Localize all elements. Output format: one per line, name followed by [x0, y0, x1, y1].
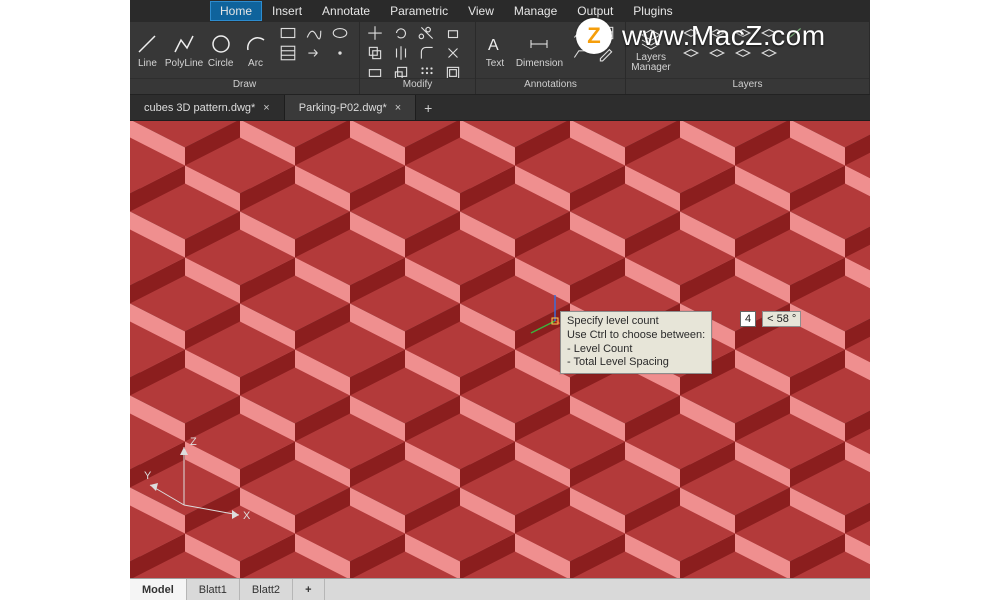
tool-label: Arc	[248, 58, 263, 69]
text-tool[interactable]: A Text	[476, 22, 514, 78]
layout-tab[interactable]: Blatt2	[240, 579, 293, 600]
arc-icon	[244, 32, 268, 56]
arrow-icon[interactable]	[305, 44, 323, 62]
layout-tab-strip: Model Blatt1 Blatt2 +	[130, 578, 870, 600]
tool-label: PolyLine	[165, 58, 203, 69]
spline-icon[interactable]	[305, 24, 323, 42]
panel-caption: Layers	[626, 78, 869, 94]
tooltip-option: - Level Count	[567, 343, 705, 357]
menu-insert[interactable]: Insert	[262, 1, 312, 21]
file-tab-label: cubes 3D pattern.dwg*	[144, 102, 255, 114]
rectangle-icon[interactable]	[279, 24, 297, 42]
drawing-canvas[interactable]: Specify level count Use Ctrl to choose b…	[130, 121, 870, 578]
tooltip-option: - Total Level Spacing	[567, 356, 705, 370]
polyline-icon	[172, 32, 196, 56]
watermark-badge: Z	[576, 18, 612, 54]
tooltip-line: Use Ctrl to choose between:	[567, 329, 705, 343]
watermark-text: www.MacZ.com	[622, 20, 826, 52]
ribbon-panel-modify: Modify	[360, 22, 476, 94]
tool-label: Line	[138, 58, 157, 69]
menu-manage[interactable]: Manage	[504, 1, 567, 21]
command-tooltip: Specify level count Use Ctrl to choose b…	[560, 311, 712, 374]
rotate-icon[interactable]	[392, 24, 410, 42]
axis-y-label: Y	[144, 470, 152, 482]
point-icon[interactable]	[331, 44, 349, 62]
watermark: Z www.MacZ.com	[576, 18, 826, 54]
panel-caption: Annotations	[476, 78, 625, 94]
file-tab[interactable]: cubes 3D pattern.dwg* ×	[130, 95, 285, 120]
dimension-tool[interactable]: Dimension	[514, 22, 565, 78]
axis-x-label: X	[243, 510, 251, 522]
axis-z-label: Z	[190, 436, 197, 448]
menu-view[interactable]: View	[458, 1, 504, 21]
text-icon: A	[483, 32, 507, 56]
erase-icon[interactable]	[444, 24, 462, 42]
layout-tab-model[interactable]: Model	[130, 579, 187, 600]
level-count-input[interactable]: 4	[740, 311, 756, 327]
ellipse-icon[interactable]	[331, 24, 349, 42]
app-window: Home Insert Annotate Parametric View Man…	[130, 0, 870, 600]
menu-home[interactable]: Home	[210, 1, 262, 21]
tool-label: Circle	[208, 58, 234, 69]
line-tool[interactable]: Line	[130, 22, 165, 78]
modify-mini-tools	[360, 22, 472, 78]
move-icon[interactable]	[366, 24, 384, 42]
tool-label: Layers Manager	[626, 53, 676, 73]
ribbon-panel-draw: Line PolyLine Circle Arc	[130, 22, 360, 94]
dynamic-input: 4 < 58 °	[740, 311, 801, 327]
fillet-icon[interactable]	[418, 44, 436, 62]
explode-icon[interactable]	[444, 44, 462, 62]
ucs-axis: X Y Z	[144, 435, 254, 538]
file-tab[interactable]: Parking-P02.dwg* ×	[285, 95, 417, 120]
add-tab-button[interactable]: +	[416, 95, 440, 120]
file-tab-strip: cubes 3D pattern.dwg* × Parking-P02.dwg*…	[130, 95, 870, 121]
close-icon[interactable]: ×	[263, 102, 269, 114]
polyline-tool[interactable]: PolyLine	[165, 22, 203, 78]
menu-parametric[interactable]: Parametric	[380, 1, 458, 21]
trim-icon[interactable]	[418, 24, 436, 42]
svg-text:A: A	[488, 37, 499, 54]
tooltip-title: Specify level count	[567, 315, 705, 329]
tool-label: Text	[486, 58, 504, 69]
add-layout-button[interactable]: +	[293, 579, 324, 600]
arc-tool[interactable]: Arc	[238, 22, 273, 78]
copy-icon[interactable]	[366, 44, 384, 62]
panel-caption: Draw	[130, 78, 359, 94]
hatch-icon[interactable]	[279, 44, 297, 62]
dimension-icon	[527, 32, 551, 56]
close-icon[interactable]: ×	[395, 102, 401, 114]
file-tab-label: Parking-P02.dwg*	[299, 102, 387, 114]
mirror-icon[interactable]	[392, 44, 410, 62]
angle-readout: < 58 °	[762, 311, 801, 327]
menu-annotate[interactable]: Annotate	[312, 1, 380, 21]
panel-caption: Modify	[360, 78, 475, 94]
layout-tab[interactable]: Blatt1	[187, 579, 240, 600]
tool-label: Dimension	[516, 58, 563, 69]
circle-tool[interactable]: Circle	[203, 22, 238, 78]
line-icon	[135, 32, 159, 56]
circle-icon	[209, 32, 233, 56]
draw-mini-tools	[273, 22, 359, 78]
